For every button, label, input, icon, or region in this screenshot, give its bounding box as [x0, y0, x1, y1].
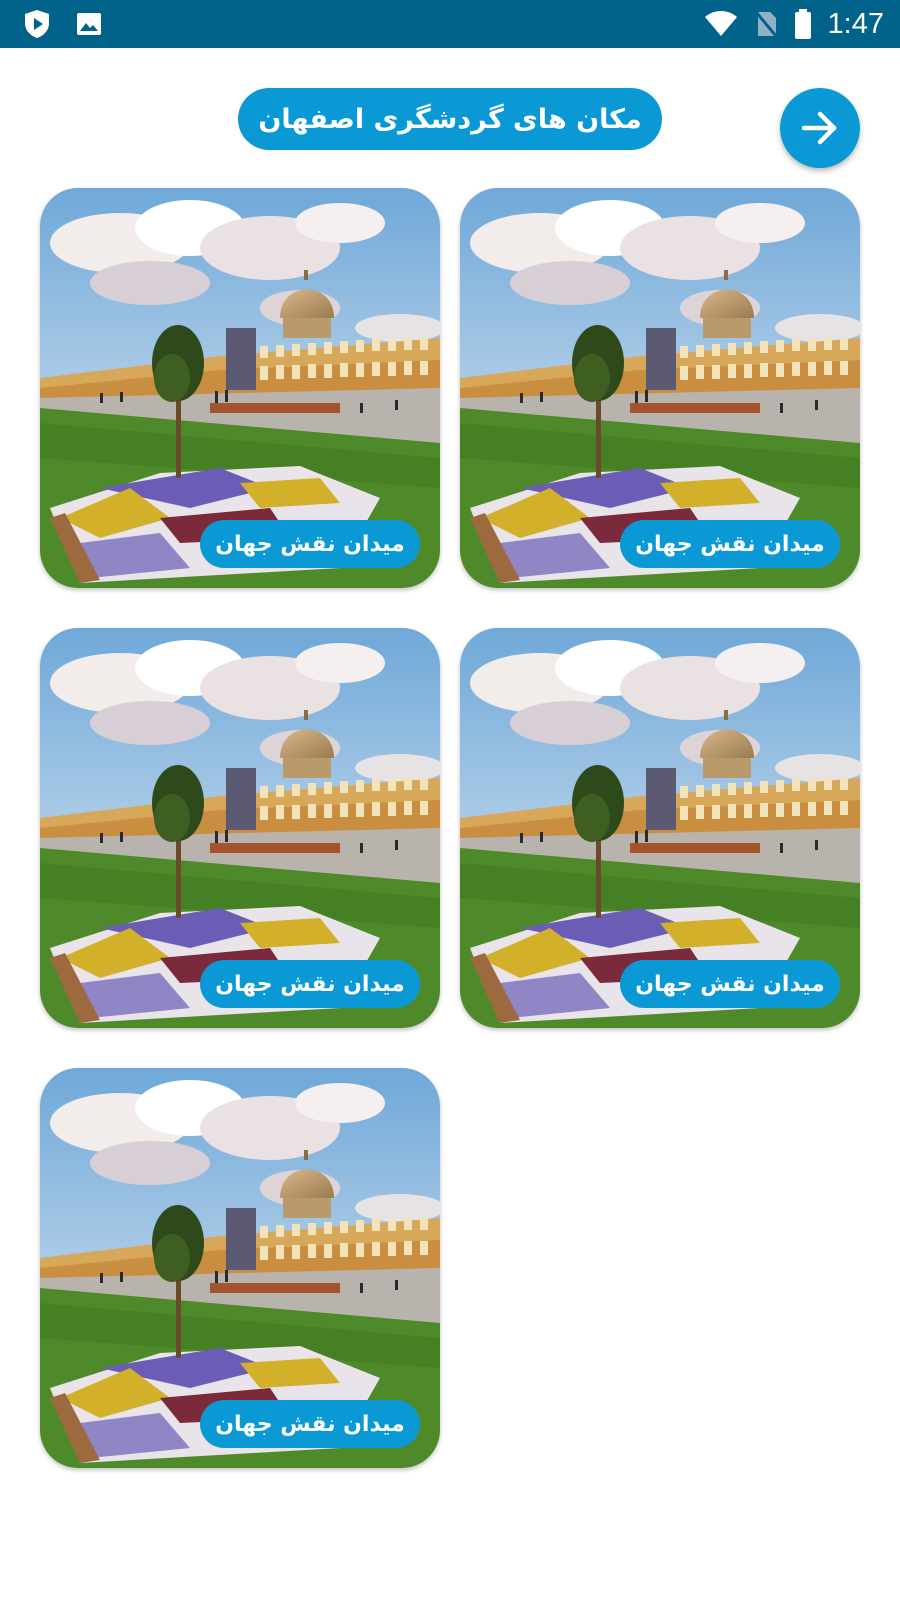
battery-icon: [794, 9, 811, 39]
place-label: میدان نقش جهان: [620, 520, 840, 568]
clock: 1:47: [827, 8, 884, 40]
header: مکان های گردشگری اصفهان: [0, 48, 900, 188]
place-label: میدان نقش جهان: [200, 960, 420, 1008]
place-label: میدان نقش جهان: [200, 1400, 420, 1448]
forward-button[interactable]: [780, 88, 860, 168]
no-sim-icon: [754, 11, 777, 37]
arrow-right-icon: [801, 111, 837, 145]
wifi-icon: [704, 11, 737, 36]
play-protect-icon: [25, 10, 49, 38]
place-label: میدان نقش جهان: [200, 520, 420, 568]
page-title: مکان های گردشگری اصفهان: [238, 88, 662, 150]
place-label: میدان نقش جهان: [620, 960, 840, 1008]
place-card[interactable]: میدان نقش جهان: [40, 628, 440, 1028]
status-bar: 1:47: [0, 0, 900, 48]
place-card[interactable]: میدان نقش جهان: [40, 1068, 440, 1468]
image-icon: [77, 13, 101, 35]
place-card[interactable]: میدان نقش جهان: [40, 188, 440, 588]
place-card[interactable]: میدان نقش جهان: [460, 628, 860, 1028]
place-card[interactable]: میدان نقش جهان: [460, 188, 860, 588]
